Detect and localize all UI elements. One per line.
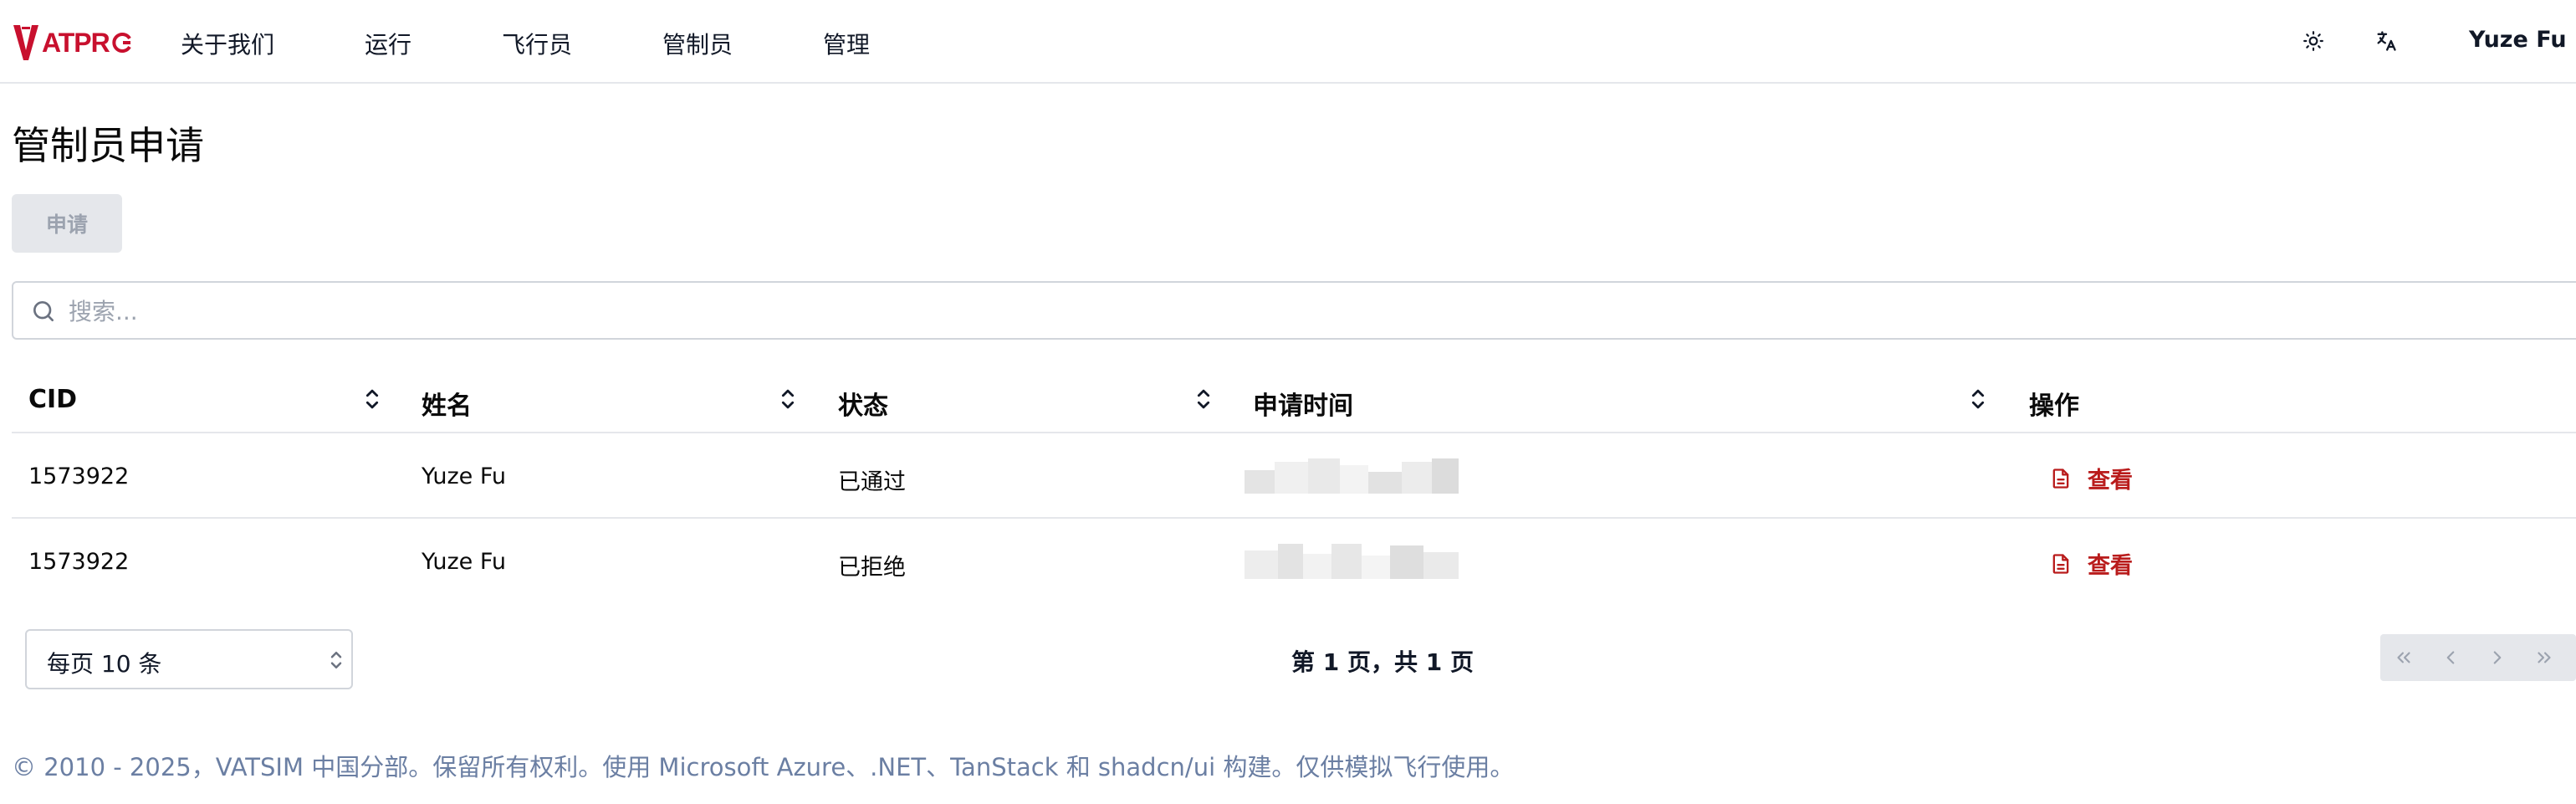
redacted-timestamp (1245, 458, 1459, 494)
apply-button[interactable]: 申请 (12, 194, 122, 253)
logo-swoosh-icon (112, 33, 131, 53)
column-header-cid[interactable]: CID (28, 385, 77, 414)
chevrons-up-down-icon[interactable] (1193, 385, 1214, 413)
last-page-button[interactable] (2521, 634, 2568, 681)
footer-copyright: © 2010 - 2025，VATSIM 中国分部。保留所有权利。使用 Micr… (12, 753, 1515, 781)
sun-icon (2303, 31, 2323, 51)
cell-status: 已通过 (838, 469, 906, 495)
chevrons-up-down-icon[interactable] (1967, 385, 1989, 413)
search-box (12, 281, 2576, 340)
chevrons-up-down-icon[interactable] (361, 385, 383, 413)
cell-name: Yuze Fu (422, 549, 507, 575)
file-text-icon (2052, 553, 2069, 574)
column-header-name[interactable]: 姓名 (422, 385, 472, 422)
table-header: CID 姓名 状态 申请时间 操作 (12, 356, 2576, 433)
table-row: 1573922 Yuze Fu 已通过 查看 (12, 433, 2576, 519)
top-navbar: ATPR 关于我们 运行 飞行员 管制员 管理 Yuze Fu (0, 0, 2576, 84)
cell-name: Yuze Fu (422, 463, 507, 489)
chevrons-up-down-icon[interactable] (777, 385, 799, 413)
chevron-right-icon (2493, 651, 2502, 664)
column-header-applied-time[interactable]: 申请时间 (1253, 385, 1353, 422)
page-title: 管制员申请 (12, 123, 204, 168)
view-button[interactable]: 查看 (2049, 462, 2133, 494)
chevron-left-icon (2446, 651, 2455, 664)
pagination-controls (2380, 634, 2576, 681)
nav-item-controllers[interactable]: 管制员 (662, 27, 733, 60)
column-header-status[interactable]: 状态 (838, 385, 888, 422)
cell-cid: 1573922 (28, 463, 130, 489)
view-button-label: 查看 (2088, 468, 2133, 494)
first-page-button[interactable] (2380, 634, 2427, 681)
logo-mark-icon (13, 25, 38, 60)
page-size-value: 每页 10 条 (47, 650, 162, 678)
page-info: 第 1 页，共 1 页 (1291, 648, 1474, 676)
chevrons-up-down-icon (330, 652, 342, 668)
file-text-icon (2052, 468, 2069, 489)
user-menu[interactable]: Yuze Fu (2469, 27, 2567, 53)
page-size-select[interactable]: 每页 10 条 (25, 629, 353, 689)
language-button[interactable] (2370, 25, 2402, 57)
site-logo[interactable]: ATPR (12, 22, 133, 64)
previous-page-button[interactable] (2427, 634, 2474, 681)
view-button[interactable]: 查看 (2049, 547, 2133, 580)
nav-item-about[interactable]: 关于我们 (181, 27, 274, 60)
search-icon (33, 301, 54, 321)
next-page-button[interactable] (2474, 634, 2521, 681)
cell-cid: 1573922 (28, 549, 130, 575)
nav-item-operations[interactable]: 运行 (365, 27, 411, 60)
search-input[interactable] (69, 291, 2494, 331)
redacted-timestamp (1245, 544, 1459, 579)
logo-text: ATPR (42, 27, 110, 58)
chevrons-right-icon (2538, 652, 2551, 663)
nav-item-pilots[interactable]: 飞行员 (502, 27, 572, 60)
view-button-label: 查看 (2088, 553, 2133, 579)
translate-icon (2377, 31, 2396, 51)
chevrons-left-icon (2397, 652, 2410, 663)
theme-toggle-button[interactable] (2297, 25, 2329, 57)
cell-status: 已拒绝 (838, 555, 906, 581)
column-header-actions: 操作 (2029, 392, 2079, 421)
table-row: 1573922 Yuze Fu 已拒绝 查看 (12, 519, 2576, 604)
nav-item-admin[interactable]: 管理 (823, 27, 870, 60)
